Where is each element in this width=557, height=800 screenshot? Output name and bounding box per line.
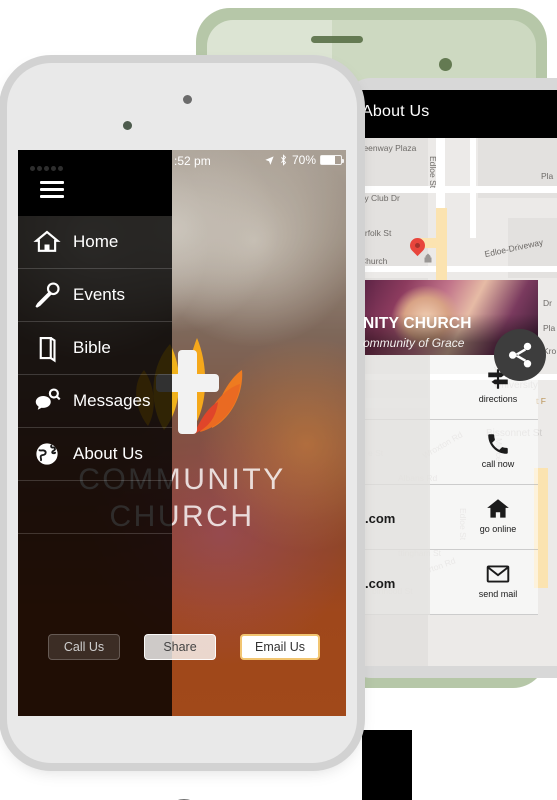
book-icon: [32, 333, 62, 363]
phone-icon: [488, 434, 508, 454]
front-camera-icon: [183, 95, 192, 104]
call-us-button[interactable]: Call Us: [48, 634, 120, 660]
green-phone-camera-icon: [439, 58, 452, 71]
list-item[interactable]: .com send mail: [360, 550, 538, 615]
speech-bubble-icon: [32, 386, 62, 416]
battery-icon: [320, 155, 344, 165]
sidebar-item-about-us[interactable]: About Us: [18, 428, 172, 481]
microphone-icon: [32, 280, 62, 310]
sidebar-item-events[interactable]: Events: [18, 269, 172, 322]
map-label: Norfolk St: [358, 228, 392, 238]
sidebar-item-bible[interactable]: Bible: [18, 322, 172, 375]
row-text: .com: [365, 511, 396, 526]
sidebar-item-label: Bible: [73, 338, 111, 357]
row-text: .com: [365, 576, 396, 591]
send-mail-action[interactable]: send mail: [470, 561, 526, 599]
battery-percent: 70%: [291, 153, 316, 167]
page-title: About Us: [362, 103, 430, 120]
front-phone-screen: COMMUNITY CHURCH :52 pm 70% Home Events …: [18, 150, 346, 716]
map-label: Greenway Plaza: [358, 143, 417, 153]
side-drawer: Home Events Bible Messages About Us: [18, 150, 172, 716]
sidebar-item-label: Events: [73, 285, 125, 304]
envelope-icon: [486, 565, 510, 583]
right-phone: Greenway Plaza Edloe St Pla City Club Dr…: [345, 78, 557, 678]
right-phone-screen: Greenway Plaza Edloe St Pla City Club Dr…: [358, 90, 557, 666]
share-button[interactable]: Share: [144, 634, 216, 660]
status-bar: :52 pm 70%: [172, 150, 346, 172]
share-button[interactable]: [494, 329, 546, 381]
row-left-column: [360, 355, 430, 420]
green-phone-speaker: [311, 36, 363, 43]
map-label: City Club Dr: [358, 193, 400, 203]
map-label: Pla: [541, 171, 554, 181]
map-label: Church: [360, 256, 388, 266]
email-us-button[interactable]: Email Us: [240, 634, 320, 660]
right-phone-header: About Us: [358, 90, 557, 138]
action-label: directions: [478, 394, 518, 404]
drawer-divider: [18, 481, 172, 534]
sidebar-item-label: About Us: [73, 444, 143, 463]
share-icon: [508, 342, 532, 368]
drawer-menu: Home Events Bible Messages About Us: [18, 216, 172, 534]
church-marker-icon: [424, 253, 432, 263]
map-road: [470, 138, 476, 238]
action-label: go online: [479, 524, 517, 534]
status-time: :52 pm: [174, 154, 211, 168]
sidebar-item-messages[interactable]: Messages: [18, 375, 172, 428]
globe-icon: [32, 439, 62, 469]
sidebar-item-label: Messages: [73, 391, 151, 410]
screenshot-stage: Greenway Plaza Edloe St Pla City Club Dr…: [0, 0, 557, 800]
bottom-action-buttons: Call Us Share Email Us: [18, 634, 346, 664]
map-road: [358, 186, 557, 193]
sidebar-item-label: Home: [73, 232, 119, 251]
church-name: NITY CHURCH: [363, 315, 472, 332]
location-arrow-icon: [265, 155, 274, 165]
sidebar-item-home[interactable]: Home: [18, 216, 172, 269]
call-now-action[interactable]: call now: [470, 431, 526, 469]
home-icon: [487, 499, 509, 518]
list-item[interactable]: call now: [360, 420, 538, 485]
carrier-signal-icon: [30, 158, 90, 171]
home-icon: [32, 227, 62, 257]
sensor-icon: [123, 121, 132, 130]
action-label: call now: [481, 459, 515, 469]
bluetooth-icon: [281, 154, 287, 166]
map-road: [358, 266, 557, 272]
row-left-column: [360, 420, 430, 485]
map-label: Dr: [543, 298, 552, 308]
list-item[interactable]: .com go online: [360, 485, 538, 550]
map-label: Edloe St: [428, 156, 438, 189]
front-phone: COMMUNITY CHURCH :52 pm 70% Home Events …: [7, 63, 357, 800]
black-corner-block: [362, 730, 412, 800]
contact-action-list: directions call now .com go online .com …: [360, 355, 538, 617]
status-indicators: 70%: [264, 153, 344, 167]
drawer-header: [18, 150, 172, 216]
action-label: send mail: [478, 589, 518, 599]
hamburger-icon[interactable]: [40, 181, 64, 198]
go-online-action[interactable]: go online: [470, 496, 526, 534]
church-tagline: ommunity of Grace: [363, 336, 465, 350]
